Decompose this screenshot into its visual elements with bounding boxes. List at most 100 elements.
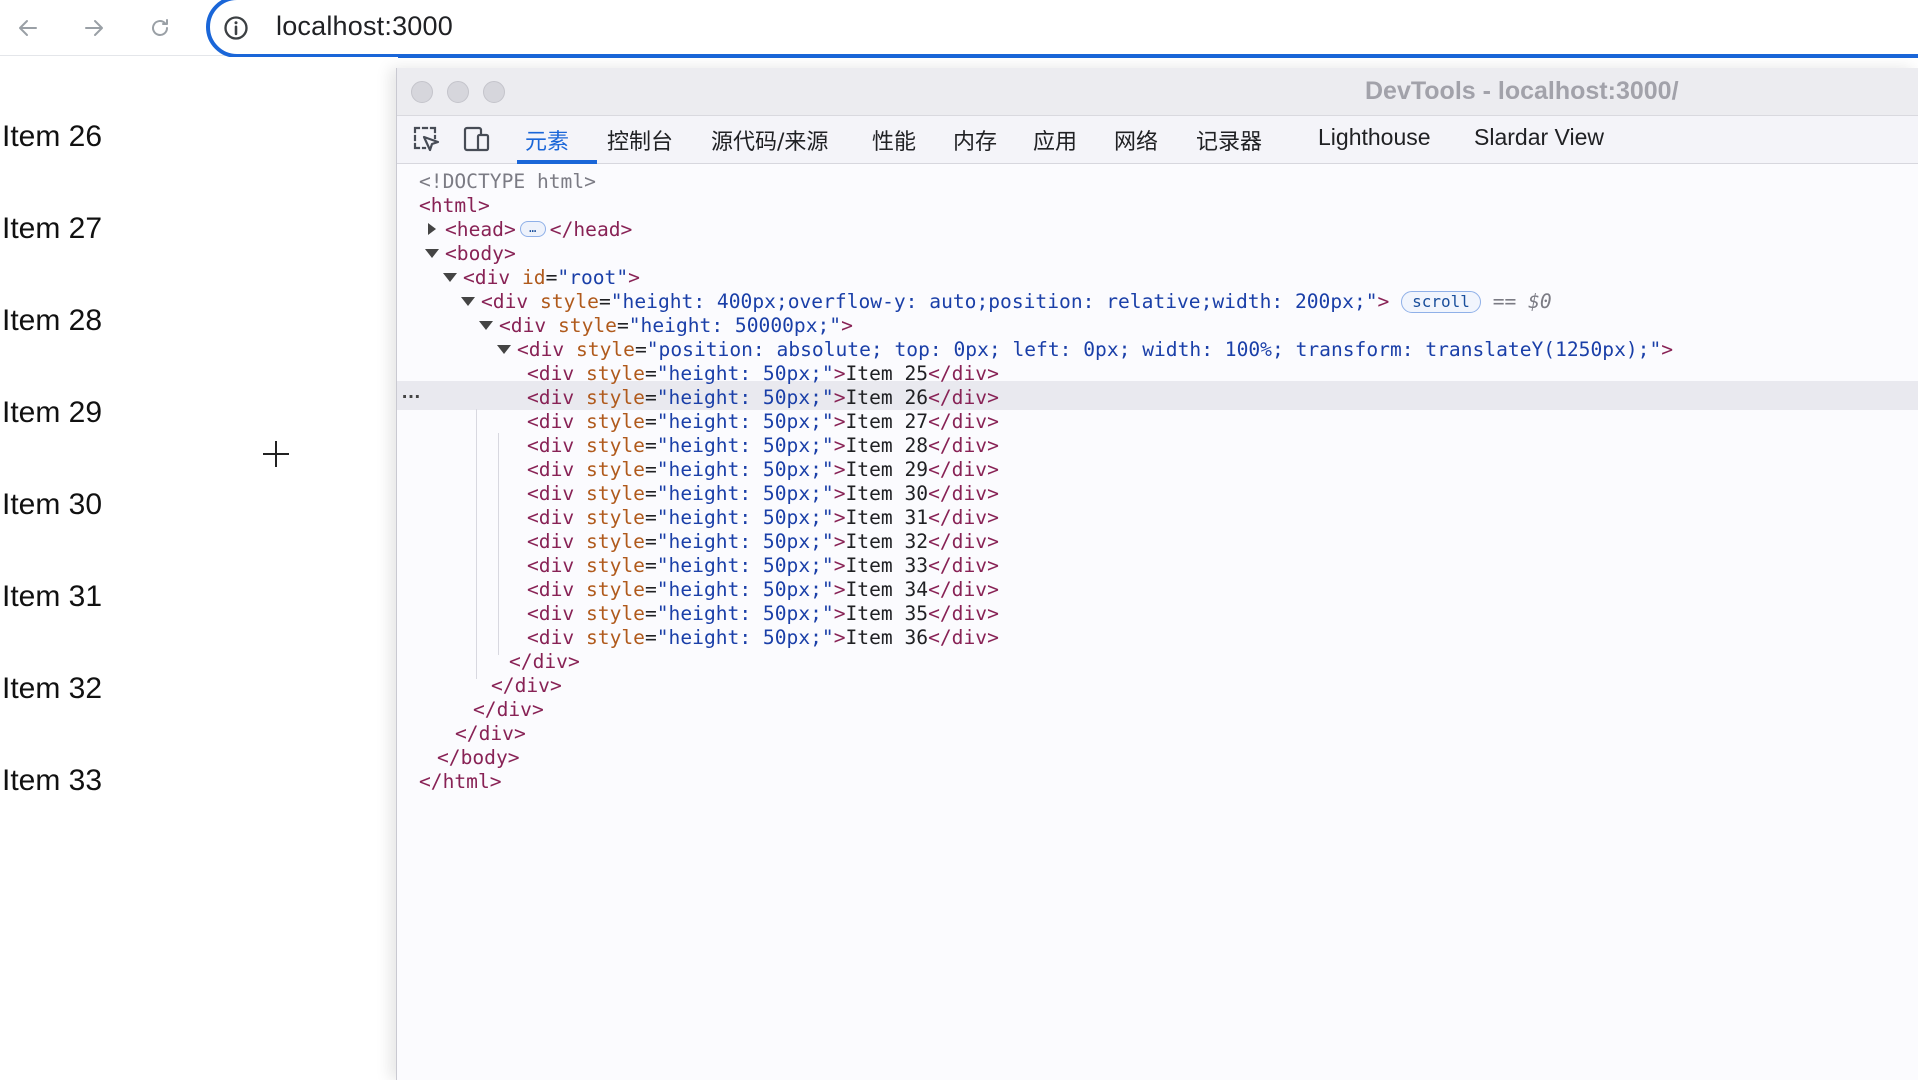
tag-gt: > bbox=[833, 434, 846, 457]
tab-elements[interactable]: 元素 bbox=[525, 124, 569, 164]
url-text[interactable]: localhost:3000 bbox=[276, 11, 453, 42]
list-item: Item 32 bbox=[2, 672, 103, 705]
crosshair-cursor-icon bbox=[263, 441, 289, 467]
devtools-title-bar: DevTools - localhost:3000/ bbox=[397, 68, 1918, 116]
tag-open: <div bbox=[527, 482, 575, 505]
attr-value: "height: 50px;" bbox=[656, 578, 834, 601]
tag-gt: > bbox=[833, 506, 846, 529]
attr-name: style bbox=[557, 314, 617, 337]
attr-eq: = bbox=[644, 578, 657, 601]
collapse-arrow-icon[interactable] bbox=[477, 316, 495, 334]
arrow-left-icon bbox=[19, 20, 37, 36]
tab-performance[interactable]: 性能 bbox=[872, 124, 916, 164]
attr-value: "height: 50px;" bbox=[656, 602, 834, 625]
attr-eq: = bbox=[644, 626, 657, 649]
page-viewport[interactable]: Item 26 Item 27 Item 28 Item 29 Item 30 … bbox=[0, 57, 398, 1080]
tree-line-child-div[interactable]: <div style="height: 50px;">Item 36</div> bbox=[527, 623, 999, 652]
item-text: Item 31 bbox=[845, 506, 929, 529]
attr-name: style bbox=[585, 434, 645, 457]
tag-close: </div> bbox=[928, 458, 999, 481]
attr-eq: = bbox=[644, 554, 657, 577]
close-window-button[interactable] bbox=[411, 81, 433, 103]
tag-open: <div bbox=[527, 530, 575, 553]
tag-close: </div> bbox=[928, 482, 999, 505]
tag-open: <div bbox=[527, 386, 575, 409]
item-text: Item 29 bbox=[845, 458, 929, 481]
info-circle-icon[interactable] bbox=[222, 14, 250, 42]
tag-close: </div> bbox=[928, 626, 999, 649]
tag-open: <div bbox=[499, 314, 547, 337]
attr-name: id bbox=[521, 266, 546, 289]
html-close-tag: </html> bbox=[419, 770, 502, 793]
collapse-arrow-icon[interactable] bbox=[441, 268, 459, 286]
list-item: Item 28 bbox=[2, 304, 103, 337]
attr-eq: = bbox=[598, 290, 611, 313]
attr-value: "height: 50px;" bbox=[656, 458, 834, 481]
tag-close: </div> bbox=[928, 602, 999, 625]
tab-console[interactable]: 控制台 bbox=[607, 124, 673, 164]
tag-open: <div bbox=[481, 290, 529, 313]
tag-close: </div> bbox=[928, 434, 999, 457]
attr-name: style bbox=[585, 554, 645, 577]
collapse-arrow-icon[interactable] bbox=[423, 244, 441, 262]
tree-line-html-close[interactable]: </html> bbox=[419, 767, 502, 796]
tag-gt: > bbox=[833, 482, 846, 505]
minimize-window-button[interactable] bbox=[447, 81, 469, 103]
tag-gt: > bbox=[833, 626, 846, 649]
scroll-badge[interactable]: scroll bbox=[1401, 290, 1481, 313]
tab-sources[interactable]: 源代码/来源 bbox=[711, 124, 828, 164]
item-text: Item 25 bbox=[845, 362, 929, 385]
reload-icon bbox=[152, 19, 168, 36]
list-item: Item 30 bbox=[2, 488, 103, 521]
list-item: Item 31 bbox=[2, 580, 103, 613]
attr-eq: = bbox=[644, 362, 657, 385]
attr-name: style bbox=[585, 482, 645, 505]
tag-close: </div> bbox=[928, 386, 999, 409]
item-text: Item 36 bbox=[845, 626, 929, 649]
arrow-right-icon bbox=[85, 20, 103, 36]
tag-open: <div bbox=[527, 602, 575, 625]
attr-eq: = bbox=[644, 482, 657, 505]
zoom-window-button[interactable] bbox=[483, 81, 505, 103]
tag-close: > bbox=[1661, 338, 1674, 361]
inspect-element-icon[interactable] bbox=[411, 124, 443, 156]
tab-lighthouse[interactable]: Lighthouse bbox=[1318, 124, 1431, 164]
attr-value: "height: 50px;" bbox=[656, 554, 834, 577]
attr-value: "position: absolute; top: 0px; left: 0px… bbox=[646, 338, 1662, 361]
tag-close: </div> bbox=[928, 410, 999, 433]
attr-name: style bbox=[575, 338, 635, 361]
devtools-tab-bar: 元素 控制台 源代码/来源 性能 内存 应用 网络 记录器 Lighthouse… bbox=[397, 116, 1918, 164]
indent-guide bbox=[498, 433, 499, 655]
address-bar[interactable] bbox=[206, 0, 1918, 58]
attr-eq: = bbox=[644, 530, 657, 553]
tab-recorder[interactable]: 记录器 bbox=[1196, 124, 1262, 164]
attr-name: style bbox=[585, 530, 645, 553]
item-text: Item 26 bbox=[845, 386, 929, 409]
list-item: Item 29 bbox=[2, 396, 103, 429]
tab-slardar-view[interactable]: Slardar View bbox=[1474, 124, 1604, 164]
head-open-tag: <head> bbox=[445, 218, 516, 241]
attr-eq: = bbox=[644, 458, 657, 481]
list-item: Item 33 bbox=[2, 764, 103, 797]
indent-guide bbox=[476, 409, 477, 679]
collapse-arrow-icon[interactable] bbox=[459, 292, 477, 310]
selected-eq: == bbox=[1492, 290, 1517, 313]
forward-button[interactable] bbox=[74, 8, 114, 48]
tab-network[interactable]: 网络 bbox=[1114, 124, 1158, 164]
tab-application[interactable]: 应用 bbox=[1033, 124, 1077, 164]
elements-tree-panel[interactable]: … <!DOCTYPE html> <html> <head>… </head> … bbox=[397, 164, 1918, 1080]
node-actions-dots[interactable]: … bbox=[401, 380, 421, 404]
expand-arrow-icon[interactable] bbox=[423, 220, 441, 238]
tag-open: <div bbox=[527, 434, 575, 457]
tag-open: <div bbox=[527, 578, 575, 601]
attr-value: "height: 50px;" bbox=[656, 530, 834, 553]
device-toolbar-icon[interactable] bbox=[461, 124, 493, 156]
head-collapsed-badge[interactable]: … bbox=[519, 220, 546, 237]
tab-memory[interactable]: 内存 bbox=[953, 124, 997, 164]
reload-button[interactable] bbox=[140, 8, 180, 48]
back-button[interactable] bbox=[8, 8, 48, 48]
collapse-arrow-icon[interactable] bbox=[495, 340, 513, 358]
attr-name: style bbox=[585, 602, 645, 625]
attr-eq: = bbox=[616, 314, 629, 337]
tag-gt: > bbox=[833, 410, 846, 433]
